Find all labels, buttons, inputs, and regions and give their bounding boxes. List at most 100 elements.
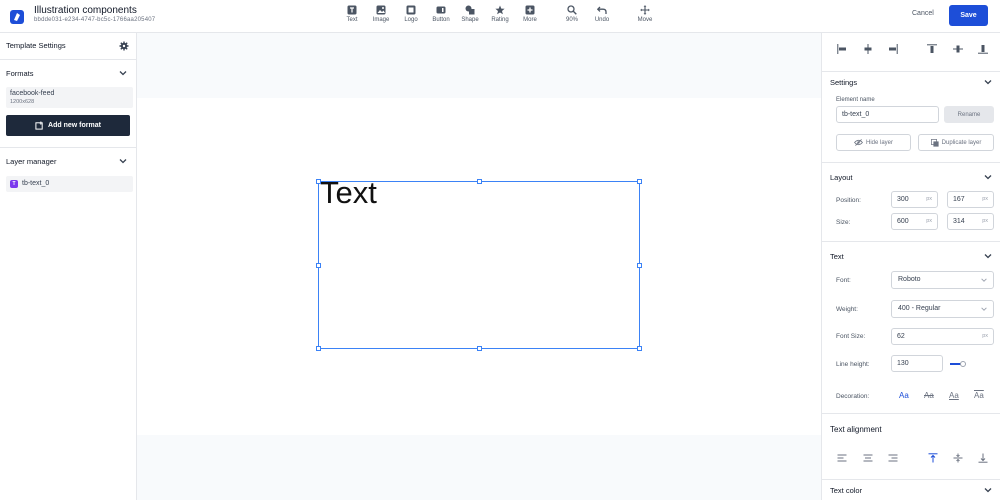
align-bottom-icon[interactable] (978, 44, 988, 54)
duplicate-layer-button[interactable]: Duplicate layer (918, 134, 994, 151)
align-left-icon[interactable] (837, 44, 847, 54)
move-icon (640, 5, 650, 15)
text-align-bottom-icon[interactable] (978, 453, 988, 463)
add-new-format-button[interactable]: Add new format (6, 115, 130, 136)
line-height-input[interactable]: 130 (891, 355, 943, 372)
chevron-down-icon (981, 307, 987, 311)
resize-handle-bottom-right[interactable] (637, 346, 642, 351)
button-icon (436, 6, 446, 14)
text-color-header[interactable]: Text color (830, 486, 862, 495)
tool-shape[interactable]: Shape (455, 5, 485, 23)
resize-handle-bottom[interactable] (477, 346, 482, 351)
app: Illustration components bbdde031-e234-47… (0, 0, 1000, 500)
format-item[interactable]: facebook-feed 1200x628 (6, 87, 133, 108)
tool-undo[interactable]: Undo (587, 5, 617, 23)
zoom-icon (567, 5, 577, 15)
gear-icon[interactable] (119, 41, 129, 51)
divider (822, 71, 1000, 72)
tool-move[interactable]: Move (630, 5, 660, 23)
chevron-down-icon[interactable] (118, 68, 128, 78)
text-header[interactable]: Text (830, 252, 844, 261)
text-align-center-icon[interactable] (863, 453, 873, 463)
resize-handle-right[interactable] (637, 263, 642, 268)
plus-icon (525, 5, 535, 15)
unit-label: px (982, 196, 988, 202)
align-right-icon[interactable] (888, 44, 898, 54)
cancel-button[interactable]: Cancel (912, 10, 934, 17)
tool-label: Shape (461, 17, 479, 23)
chevron-down-icon[interactable] (118, 156, 128, 166)
format-size: 1200x628 (10, 99, 35, 105)
app-logo-icon[interactable] (9, 9, 25, 25)
resize-handle-bottom-left[interactable] (316, 346, 321, 351)
size-width-value: 600 (897, 218, 909, 225)
position-x-input[interactable]: 300 px (891, 191, 938, 208)
text-align-middle-icon[interactable] (953, 453, 963, 463)
settings-header[interactable]: Settings (830, 78, 857, 87)
text-alignment-header: Text alignment (830, 425, 882, 434)
tool-label: More (523, 17, 537, 23)
tool-zoom[interactable]: 90% (557, 5, 587, 23)
tool-rating[interactable]: Rating (485, 5, 515, 23)
duplicate-layer-label: Duplicate layer (941, 139, 982, 146)
text-align-top-icon[interactable] (928, 453, 938, 463)
tool-label: 90% (565, 17, 578, 23)
line-height-slider-handle[interactable] (960, 361, 966, 367)
divider (822, 162, 1000, 163)
add-format-icon (35, 121, 43, 130)
decoration-label: Decoration: (836, 393, 870, 400)
resize-handle-left[interactable] (316, 263, 321, 268)
chevron-down-icon[interactable] (983, 251, 993, 261)
align-center-horizontal-icon[interactable] (863, 44, 873, 54)
element-name-label: Element name (836, 97, 875, 103)
tool-button[interactable]: Button (426, 5, 456, 23)
left-panel: Template Settings Formats facebook-feed … (0, 33, 137, 500)
weight-select[interactable]: 400 - Regular (891, 300, 994, 318)
size-width-input[interactable]: 600 px (891, 213, 938, 230)
layer-name: tb-text_0 (22, 180, 50, 187)
text-align-left-icon[interactable] (837, 453, 847, 463)
decoration-strikethrough-option[interactable]: Aa (924, 391, 934, 400)
tool-text[interactable]: Text (337, 5, 367, 23)
save-button[interactable]: Save (949, 5, 988, 26)
position-x-value: 300 (897, 196, 909, 203)
element-name-input[interactable]: tb-text_0 (836, 106, 939, 123)
unit-label: px (926, 196, 932, 202)
position-y-input[interactable]: 167 px (947, 191, 994, 208)
unit-label: px (926, 218, 932, 224)
decoration-underline-option[interactable]: Aa (949, 391, 959, 400)
top-bar: Illustration components bbdde031-e234-47… (0, 0, 1000, 33)
text-align-right-icon[interactable] (888, 453, 898, 463)
layout-header[interactable]: Layout (830, 173, 853, 182)
font-size-input[interactable]: 62 px (891, 328, 994, 345)
decoration-overline-option[interactable]: Aa (974, 391, 984, 400)
formats-header[interactable]: Formats (6, 69, 34, 78)
copy-icon (930, 138, 939, 147)
tool-image[interactable]: Image (366, 5, 396, 23)
align-middle-icon[interactable] (953, 44, 963, 54)
tool-label: Undo (594, 17, 610, 23)
chevron-down-icon[interactable] (983, 77, 993, 87)
unit-label: px (982, 333, 988, 339)
selection-box[interactable] (318, 181, 640, 349)
hide-layer-button[interactable]: Hide layer (836, 134, 911, 151)
rename-button[interactable]: Rename (944, 106, 994, 123)
canvas-area[interactable]: Text (137, 33, 821, 500)
document-title: Illustration components (34, 5, 137, 16)
chevron-down-icon[interactable] (983, 172, 993, 182)
size-height-input[interactable]: 314 px (947, 213, 994, 230)
tool-logo[interactable]: Logo (396, 5, 426, 23)
logo-icon (406, 5, 416, 15)
resize-handle-top-left[interactable] (316, 179, 321, 184)
chevron-down-icon[interactable] (983, 485, 993, 495)
layer-manager-header[interactable]: Layer manager (6, 157, 56, 166)
document-id: bbdde031-e234-4747-bc5c-1766aa205407 (34, 17, 156, 23)
resize-handle-top[interactable] (477, 179, 482, 184)
divider (822, 241, 1000, 242)
font-select[interactable]: Roboto (891, 271, 994, 289)
layer-item[interactable]: T tb-text_0 (6, 176, 133, 192)
align-top-icon[interactable] (927, 44, 937, 54)
resize-handle-top-right[interactable] (637, 179, 642, 184)
tool-more[interactable]: More (515, 5, 545, 23)
decoration-none-option[interactable]: Aa (899, 391, 909, 400)
